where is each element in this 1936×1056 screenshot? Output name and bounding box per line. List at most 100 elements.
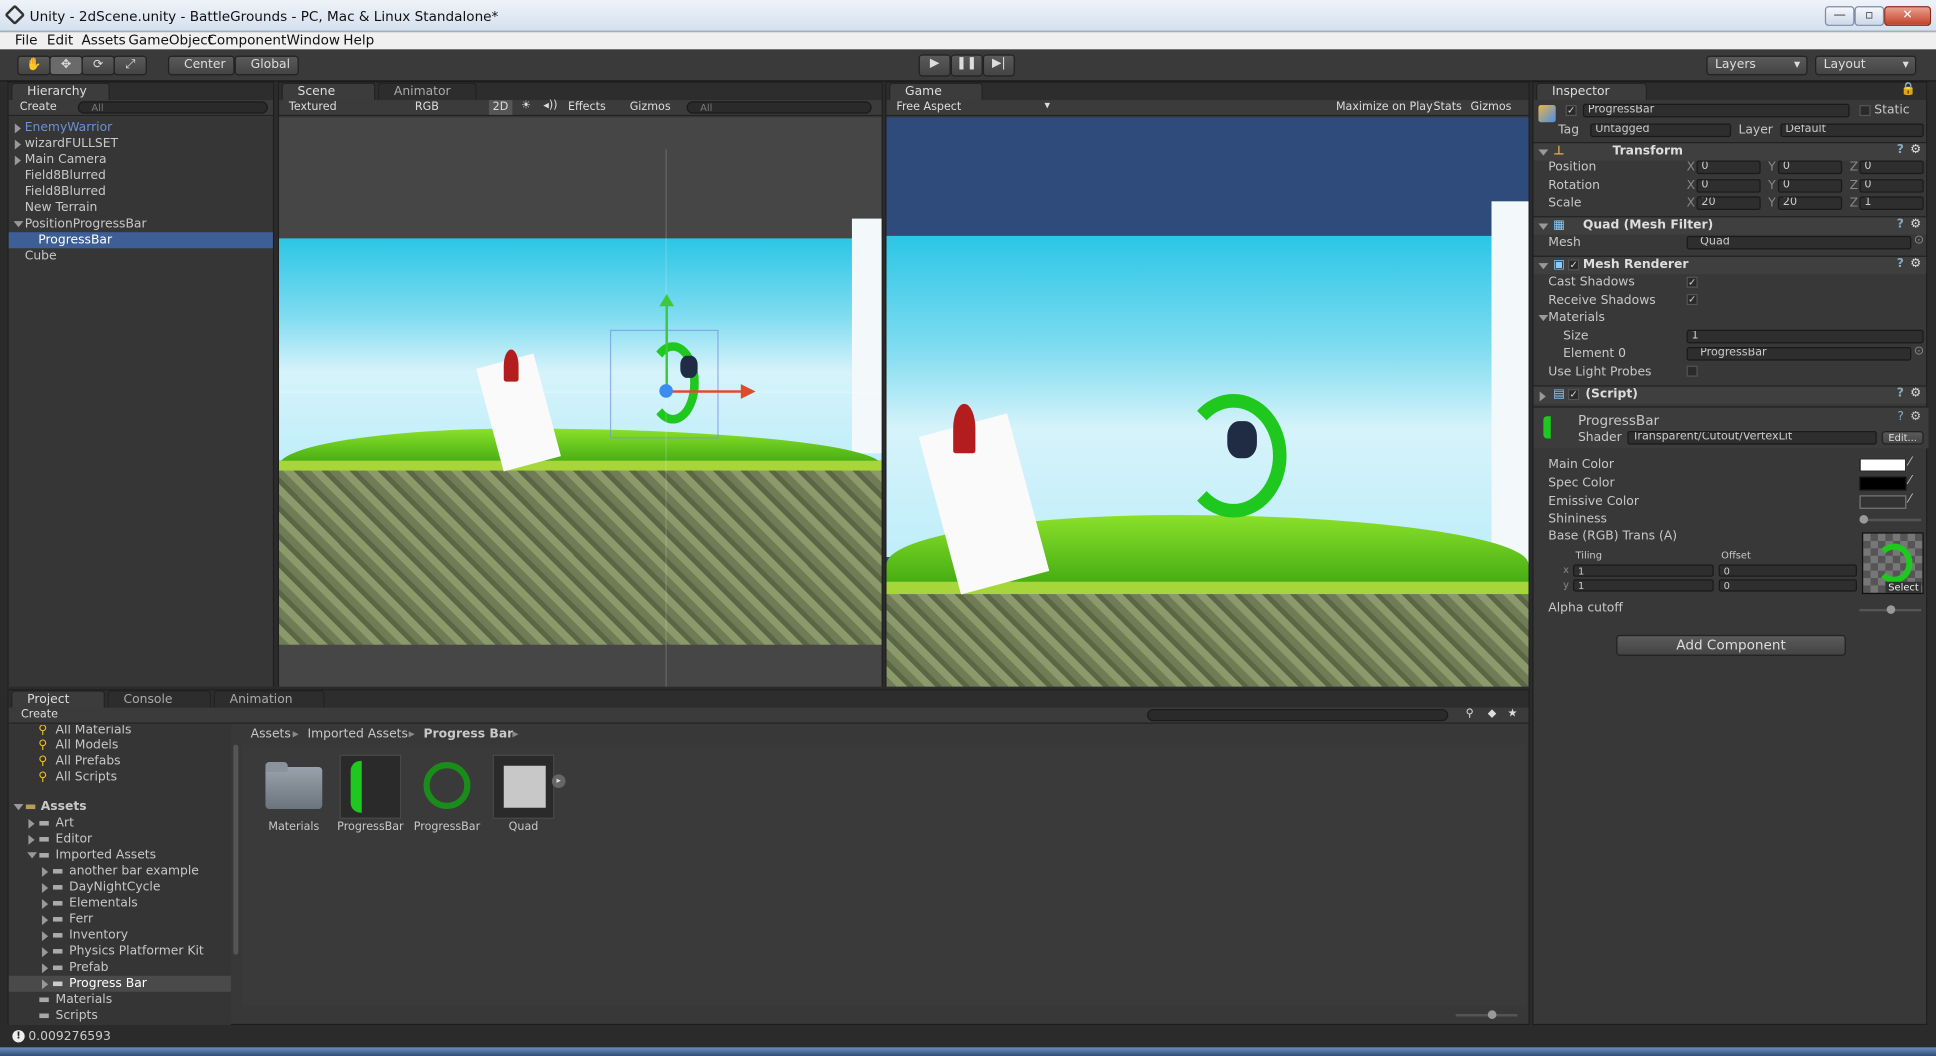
asset-tile[interactable] xyxy=(263,755,325,819)
expand-arrow-icon[interactable] xyxy=(28,818,35,829)
move-gizmo-y-axis[interactable] xyxy=(665,302,668,392)
mesh-renderer-header[interactable]: ▣ ✓ Mesh Renderer ? ⚙ xyxy=(1533,255,1927,275)
pause-button[interactable]: ❚❚ xyxy=(950,54,983,77)
object-name-field[interactable]: ProgressBar xyxy=(1582,103,1850,118)
shader-edit-button[interactable]: Edit... xyxy=(1881,431,1924,445)
status-message[interactable]: 0.009276593 xyxy=(28,1030,110,1044)
tab-hierarchy[interactable]: Hierarchy xyxy=(11,82,110,101)
favorite-star-icon[interactable]: ★ xyxy=(1508,708,1518,720)
space-toggle[interactable]: Global xyxy=(234,55,299,76)
hierarchy-item[interactable]: New Terrain xyxy=(9,200,273,216)
folder-item[interactable]: ▬ Physics Platformer Kit xyxy=(9,944,231,960)
stats-toggle[interactable]: Stats xyxy=(1433,101,1461,113)
hierarchy-create-button[interactable]: Create xyxy=(20,101,57,113)
position-z-field[interactable]: 0 xyxy=(1859,160,1924,175)
add-component-button[interactable]: Add Component xyxy=(1616,634,1846,656)
menu-assets[interactable]: Assets xyxy=(81,32,125,48)
receive-shadows-checkbox[interactable]: ✓ xyxy=(1686,293,1698,306)
collapse-arrow-icon[interactable] xyxy=(1538,149,1549,156)
materials-size-field[interactable]: 1 xyxy=(1686,329,1924,344)
expand-arrow-icon[interactable] xyxy=(28,834,35,845)
expand-arrow-icon[interactable] xyxy=(41,867,49,877)
layers-dropdown[interactable]: Layers ▾ xyxy=(1706,55,1808,76)
object-picker-icon[interactable]: ⊙ xyxy=(1914,345,1924,359)
tab-project[interactable]: Project xyxy=(11,690,105,708)
mode-2d-toggle[interactable]: 2D xyxy=(488,100,512,115)
collapse-arrow-icon[interactable] xyxy=(27,852,38,859)
cast-shadows-checkbox[interactable]: ✓ xyxy=(1686,276,1698,288)
breadcrumb-item[interactable]: Assets xyxy=(251,727,291,741)
maximize-button[interactable]: ▫ xyxy=(1854,6,1885,26)
minimize-button[interactable]: — xyxy=(1824,6,1855,26)
script-header[interactable]: ▤ ✓ (Script) ? ⚙ xyxy=(1533,385,1927,404)
asset-tile[interactable] xyxy=(339,754,402,819)
breadcrumb-item[interactable]: Progress Bar xyxy=(424,727,514,741)
shininess-slider-track[interactable] xyxy=(1859,518,1922,522)
gear-icon[interactable]: ⚙ xyxy=(1910,387,1921,401)
help-icon[interactable]: ? xyxy=(1897,217,1904,231)
hierarchy-item[interactable]: Cube xyxy=(9,248,273,264)
tab-game[interactable]: Game xyxy=(888,82,983,101)
project-create-button[interactable]: Create xyxy=(21,709,58,721)
mesh-filter-header[interactable]: ▦ Quad (Mesh Filter) ? ⚙ xyxy=(1533,216,1927,235)
eyedropper-icon[interactable]: ⁄ xyxy=(1909,456,1911,470)
hierarchy-item[interactable]: PositionProgressBar xyxy=(9,216,273,232)
script-enabled-checkbox[interactable]: ✓ xyxy=(1568,389,1580,401)
folder-item[interactable]: ▬ Elementals xyxy=(9,895,231,911)
folder-item[interactable]: ▬ DayNightCycle xyxy=(9,879,231,895)
menu-edit[interactable]: Edit xyxy=(47,32,73,48)
scene-viewport[interactable] xyxy=(279,117,882,687)
offset-x-field[interactable]: 0 xyxy=(1718,564,1857,577)
folder-item[interactable]: ▬ Art xyxy=(9,815,231,831)
eyedropper-icon[interactable]: ⁄ xyxy=(1909,474,1911,488)
folder-item[interactable]: ▬ another bar example xyxy=(9,863,231,879)
position-x-field[interactable]: 0 xyxy=(1696,160,1761,175)
play-button[interactable]: ▶ xyxy=(918,54,951,77)
folder-item-selected[interactable]: ▬ Progress Bar xyxy=(8,975,231,992)
rotation-y-field[interactable]: 0 xyxy=(1777,179,1843,193)
game-gizmos-dropdown[interactable]: Gizmos xyxy=(1471,101,1512,113)
layout-dropdown[interactable]: Layout ▾ xyxy=(1815,55,1917,76)
folder-item[interactable]: ▬ Scripts xyxy=(9,1008,231,1024)
pivot-toggle[interactable]: Center xyxy=(167,55,235,76)
help-icon[interactable]: ? xyxy=(1897,143,1904,157)
expand-arrow-icon[interactable] xyxy=(41,915,49,926)
object-picker-icon[interactable]: ⊙ xyxy=(1914,233,1924,247)
use-light-probes-checkbox[interactable] xyxy=(1686,365,1698,377)
rotation-z-field[interactable]: 0 xyxy=(1859,179,1924,193)
folder-item[interactable]: ▬ Imported Assets xyxy=(9,847,231,863)
expand-asset-icon[interactable]: ▸ xyxy=(551,774,566,788)
tab-inspector[interactable]: Inspector xyxy=(1535,82,1648,101)
effects-dropdown[interactable]: Effects xyxy=(568,101,606,113)
gear-icon[interactable]: ⚙ xyxy=(1910,257,1921,271)
help-icon[interactable]: ? xyxy=(1897,387,1904,401)
active-checkbox[interactable]: ✓ xyxy=(1565,104,1577,117)
mesh-field[interactable]: Quad xyxy=(1686,235,1912,250)
folder-item[interactable]: ▬ Ferr xyxy=(9,911,231,927)
folder-item[interactable]: ▬ Inventory xyxy=(9,928,231,944)
hierarchy-item[interactable]: Main Camera xyxy=(9,152,273,168)
maximize-on-play-toggle[interactable]: Maximize on Play xyxy=(1336,101,1433,113)
lock-icon[interactable]: 🔒 xyxy=(1901,83,1916,97)
texture-select-button[interactable]: Select xyxy=(1885,581,1922,593)
expand-arrow-icon[interactable] xyxy=(14,123,21,134)
menu-window[interactable]: Window xyxy=(286,32,340,48)
favorite-item[interactable]: ⚲ All Prefabs xyxy=(9,753,231,769)
base-texture-slot[interactable]: Select xyxy=(1861,532,1924,595)
audio-toggle-icon[interactable]: ◂)) xyxy=(543,100,557,112)
expand-arrow-icon[interactable] xyxy=(41,883,49,893)
transform-header[interactable]: ⊥ Transform ? ⚙ xyxy=(1533,142,1927,161)
eyedropper-icon[interactable]: ⁄ xyxy=(1909,493,1911,507)
scene-gizmos-dropdown[interactable]: Gizmos xyxy=(630,101,671,113)
element0-field[interactable]: ProgressBar xyxy=(1686,347,1912,361)
step-button[interactable]: ▶| xyxy=(982,54,1015,77)
tab-animation[interactable]: Animation xyxy=(213,690,325,708)
collapse-arrow-icon[interactable] xyxy=(1538,263,1549,270)
game-viewport[interactable] xyxy=(886,117,1529,687)
gear-icon[interactable]: ⚙ xyxy=(1910,143,1921,157)
assets-root[interactable]: ▬ Assets xyxy=(9,799,231,815)
tag-dropdown[interactable]: Untagged xyxy=(1590,123,1732,138)
aspect-dropdown[interactable]: Free Aspect xyxy=(896,101,961,113)
asset-tile[interactable] xyxy=(492,754,555,819)
collapse-arrow-icon[interactable] xyxy=(13,804,24,811)
